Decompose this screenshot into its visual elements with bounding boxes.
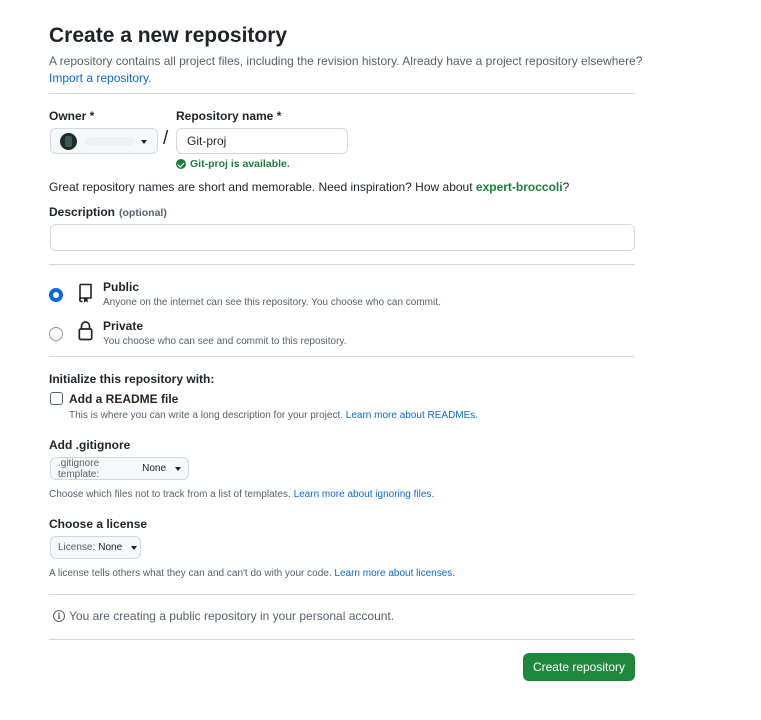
- repo-name-input[interactable]: [176, 128, 348, 154]
- divider: [49, 356, 635, 357]
- lock-icon: [78, 321, 93, 341]
- license-select[interactable]: License: None: [50, 536, 141, 559]
- private-radio[interactable]: [49, 327, 63, 341]
- chevron-down-icon: [131, 545, 138, 550]
- gitignore-template-select[interactable]: .gitignore template: None: [50, 457, 189, 480]
- divider: [49, 594, 635, 595]
- check-circle-icon: [176, 159, 186, 169]
- owner-select-button[interactable]: [50, 128, 158, 154]
- readme-checkbox[interactable]: [50, 392, 63, 405]
- notice-text: You are creating a public repository in …: [69, 609, 395, 623]
- repo-icon: [79, 283, 92, 303]
- gitignore-select-value: None: [142, 463, 166, 474]
- optional-tag: (optional): [119, 207, 167, 219]
- gitignore-help: Choose which files not to track from a l…: [49, 489, 434, 500]
- availability-status: Git-proj is available.: [176, 158, 290, 170]
- readme-desc: This is where you can write a long descr…: [69, 410, 344, 421]
- owner-label: Owner *: [49, 109, 95, 123]
- description-label: Description (optional): [49, 205, 167, 219]
- hint-text: Great repository names are short and mem…: [49, 180, 473, 194]
- readme-learn-more-link[interactable]: Learn more about READMEs.: [346, 410, 478, 421]
- avatar: [60, 132, 77, 150]
- gitignore-desc: Choose which files not to track from a l…: [49, 489, 291, 500]
- description-label-text: Description: [49, 205, 116, 219]
- repo-name-label: Repository name *: [176, 109, 282, 123]
- private-title: Private: [103, 319, 144, 333]
- name-hint: Great repository names are short and mem…: [49, 180, 569, 194]
- readme-label[interactable]: Add a README file: [69, 392, 178, 406]
- gitignore-select-prefix: .gitignore template:: [58, 457, 100, 480]
- license-select-prefix: License:: [58, 542, 96, 553]
- page-intro: A repository contains all project files,…: [49, 53, 649, 87]
- license-desc: A license tells others what they can and…: [49, 568, 332, 579]
- license-learn-more-link[interactable]: Learn more about licenses.: [334, 568, 455, 579]
- intro-text: A repository contains all project files,…: [49, 54, 643, 68]
- private-desc: You choose who can see and commit to thi…: [103, 336, 347, 347]
- create-repo-page: Create a new repository A repository con…: [0, 0, 761, 720]
- gitignore-learn-more-link[interactable]: Learn more about ignoring files.: [294, 489, 435, 500]
- owner-repo-separator: /: [163, 128, 169, 149]
- create-repository-button[interactable]: Create repository: [523, 653, 635, 681]
- divider: [49, 264, 635, 265]
- divider: [49, 639, 635, 640]
- readme-help: This is where you can write a long descr…: [69, 410, 478, 421]
- license-help: A license tells others what they can and…: [49, 568, 455, 579]
- visibility-notice: i You are creating a public repository i…: [53, 609, 394, 623]
- page-title: Create a new repository: [49, 24, 288, 47]
- description-input[interactable]: [50, 224, 635, 251]
- gitignore-heading: Add .gitignore: [49, 438, 131, 452]
- public-desc: Anyone on the internet can see this repo…: [103, 297, 441, 308]
- public-title: Public: [103, 280, 140, 294]
- license-heading: Choose a license: [49, 517, 148, 531]
- license-select-value: None: [98, 542, 123, 553]
- import-repository-link[interactable]: Import a repository.: [49, 71, 151, 85]
- chevron-down-icon: [141, 140, 147, 144]
- info-icon: i: [53, 610, 65, 622]
- hint-suffix: ?: [562, 180, 570, 194]
- initialize-heading: Initialize this repository with:: [49, 372, 215, 386]
- owner-name-redacted: [85, 136, 133, 146]
- chevron-down-icon: [175, 466, 181, 471]
- name-suggestion[interactable]: expert-broccoli: [476, 180, 563, 194]
- availability-text: Git-proj is available.: [190, 158, 290, 170]
- public-radio[interactable]: [49, 288, 63, 302]
- divider: [49, 93, 635, 94]
